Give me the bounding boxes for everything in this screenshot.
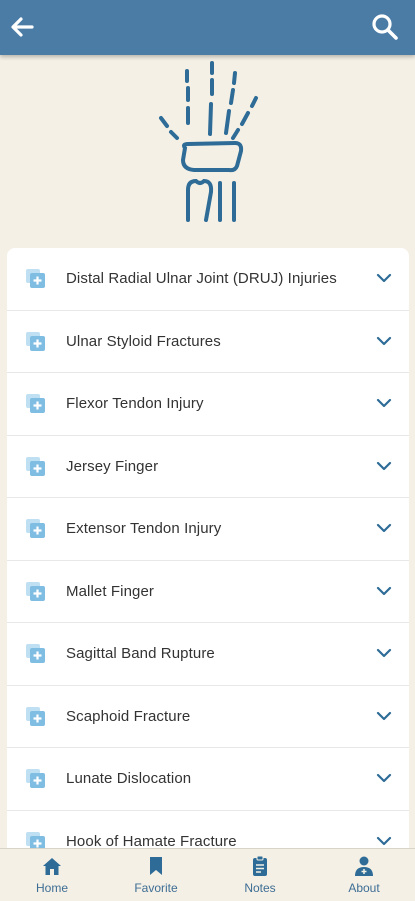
tab-label: Home — [35, 881, 68, 895]
list-item-label: Scaphoid Fracture — [66, 707, 191, 725]
chevron-down-icon[interactable] — [376, 585, 392, 597]
list-item-label: Ulnar Styloid Fractures — [66, 332, 221, 350]
list-item-label: Extensor Tendon Injury — [66, 520, 222, 537]
tab-label: Favorite — [134, 881, 178, 895]
home-icon — [43, 858, 61, 875]
list-item[interactable]: Ulnar Styloid Fractures — [7, 311, 409, 373]
chevron-down-icon[interactable] — [376, 460, 392, 472]
tab-about[interactable]: About — [312, 849, 415, 901]
bookmark-icon — [150, 857, 162, 875]
tab-home[interactable]: Home — [0, 849, 104, 901]
list-item-label: Lunate Dislocation — [66, 770, 192, 787]
chevron-down-icon[interactable] — [376, 647, 392, 659]
add-note-icon — [26, 831, 45, 848]
clipboard-icon — [253, 855, 267, 876]
list-item[interactable]: Scaphoid Fracture — [7, 686, 409, 748]
list-item-label: Sagittal Band Rupture — [66, 645, 215, 662]
list-item[interactable]: Hook of Hamate Fracture — [7, 811, 409, 849]
list-item-label: Distal Radial Ulnar Joint (DRUJ) Injurie… — [66, 270, 337, 287]
tab-label: About — [348, 881, 380, 895]
list-item-label: Jersey Finger — [66, 457, 159, 475]
add-note-icon — [26, 769, 45, 788]
bottom-tab-bar: Home Favorite Notes About — [0, 848, 415, 901]
chevron-down-icon[interactable] — [376, 522, 392, 534]
list-item[interactable]: Distal Radial Ulnar Joint (DRUJ) Injurie… — [7, 248, 409, 311]
chevron-down-icon[interactable] — [376, 710, 392, 722]
arrow-left-icon[interactable] — [6, 11, 38, 43]
list-item[interactable]: Mallet Finger — [7, 561, 409, 623]
add-note-icon — [26, 706, 45, 726]
list-item[interactable]: Sagittal Band Rupture — [7, 623, 409, 686]
app-bar — [0, 0, 415, 55]
chevron-down-icon[interactable] — [376, 397, 392, 409]
add-note-icon — [26, 519, 45, 538]
list-item[interactable]: Jersey Finger — [7, 436, 409, 498]
list-item[interactable]: Extensor Tendon Injury — [7, 498, 409, 561]
add-note-icon — [26, 269, 45, 288]
chevron-down-icon[interactable] — [376, 335, 392, 347]
hand-xray-icon — [159, 61, 258, 222]
list-item-label: Flexor Tendon Injury — [66, 395, 204, 412]
chevron-down-icon[interactable] — [376, 272, 392, 284]
doctor-icon — [355, 856, 373, 876]
tab-notes[interactable]: Notes — [208, 849, 312, 901]
chevron-down-icon[interactable] — [376, 772, 392, 784]
tab-label: Notes — [244, 881, 276, 895]
add-note-icon — [26, 456, 45, 476]
list-item-label: Mallet Finger — [66, 582, 154, 600]
add-note-icon — [26, 394, 45, 413]
tab-favorite[interactable]: Favorite — [104, 849, 208, 901]
list-item[interactable]: Lunate Dislocation — [7, 748, 409, 811]
list-item-label: Hook of Hamate Fracture — [66, 832, 237, 849]
list-item[interactable]: Flexor Tendon Injury — [7, 373, 409, 436]
chevron-down-icon[interactable] — [376, 835, 392, 847]
add-note-icon — [26, 644, 45, 663]
injury-list: Distal Radial Ulnar Joint (DRUJ) Injurie… — [7, 248, 409, 848]
search-icon[interactable] — [369, 11, 401, 43]
add-note-icon — [26, 581, 45, 601]
add-note-icon — [26, 331, 45, 351]
